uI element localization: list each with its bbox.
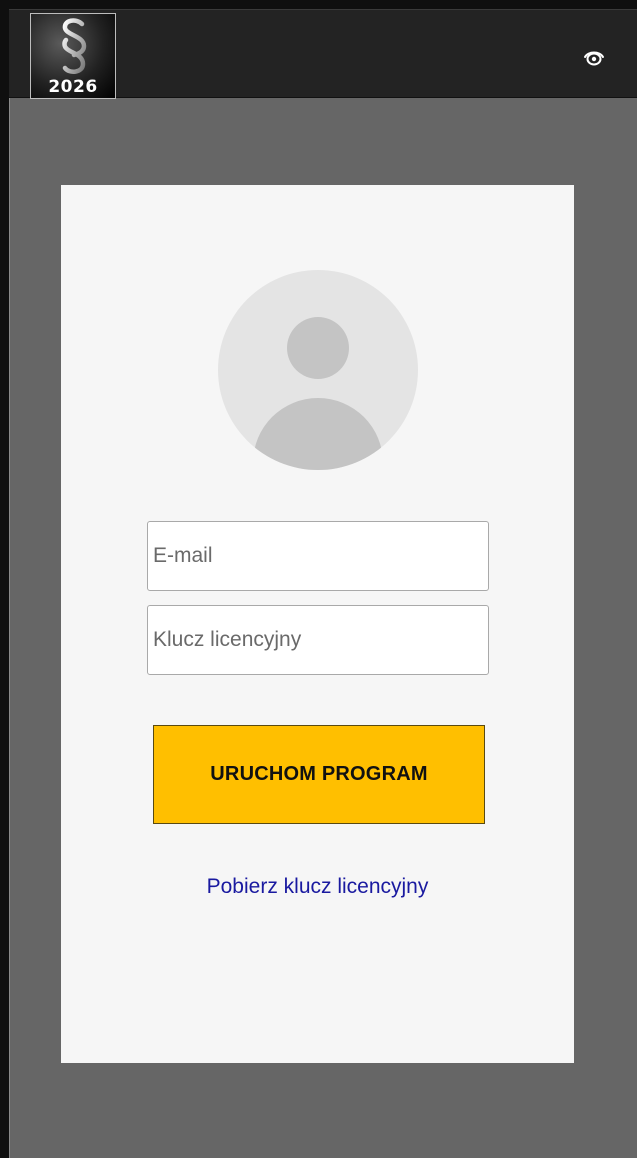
avatar-head (287, 317, 349, 379)
logo-year: 2026 (48, 77, 98, 97)
section-sign-icon (62, 18, 87, 74)
visibility-toggle-button[interactable] (582, 46, 606, 70)
email-field[interactable] (147, 521, 489, 591)
launch-program-button[interactable]: URUCHOM PROGRAM (153, 725, 485, 824)
login-card: URUCHOM PROGRAM Pobierz klucz licencyjny (61, 185, 574, 1063)
app-window: 2026 URUCHOM PROGRAM Pobierz klucz licen… (9, 9, 637, 1158)
eye-icon (584, 51, 604, 66)
title-bar: 2026 (9, 9, 637, 99)
avatar-body (253, 398, 383, 470)
user-avatar-icon (218, 270, 418, 470)
app-logo: 2026 (30, 13, 116, 99)
license-key-field[interactable] (147, 605, 489, 675)
get-license-key-link[interactable]: Pobierz klucz licencyjny (61, 875, 574, 899)
